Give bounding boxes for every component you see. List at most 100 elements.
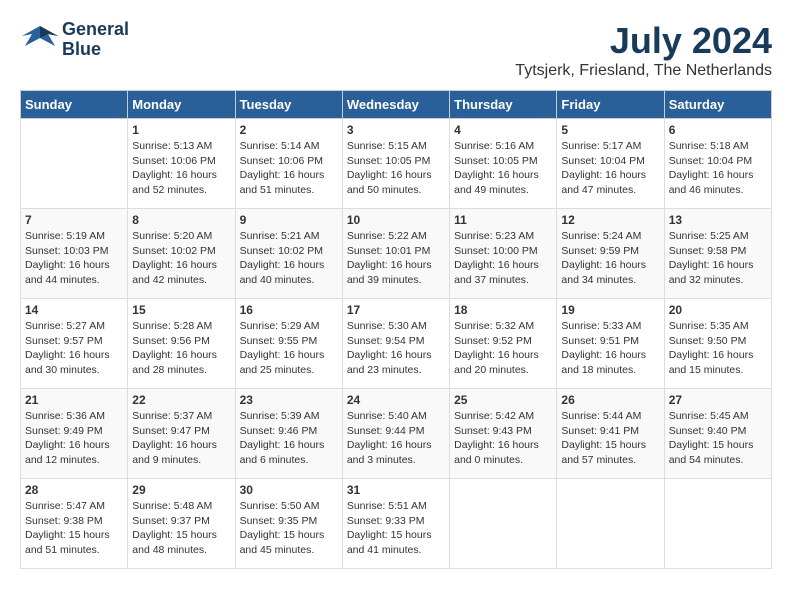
day-number: 18 — [454, 303, 552, 317]
calendar-cell — [450, 479, 557, 569]
day-number: 16 — [240, 303, 338, 317]
day-info: Sunrise: 5:35 AM Sunset: 9:50 PM Dayligh… — [669, 319, 767, 378]
day-number: 13 — [669, 213, 767, 227]
calendar-cell: 2Sunrise: 5:14 AM Sunset: 10:06 PM Dayli… — [235, 119, 342, 209]
calendar-cell: 9 Sunrise: 5:21 AM Sunset: 10:02 PM Dayli… — [235, 209, 342, 299]
day-number: 21 — [25, 393, 123, 407]
calendar-cell: 13 Sunrise: 5:25 AM Sunset: 9:58 PM Dayli… — [664, 209, 771, 299]
logo-text: General Blue — [62, 20, 129, 60]
calendar-cell: 25 Sunrise: 5:42 AM Sunset: 9:43 PM Dayli… — [450, 389, 557, 479]
day-info: Sunrise: 5:18 AM Sunset: 10:04 PM Daylig… — [669, 139, 767, 198]
month-year: July 2024 — [515, 20, 772, 62]
day-info: Sunrise: 5:21 AM Sunset: 10:02 PM Daylig… — [240, 229, 338, 288]
day-number: 6 — [669, 123, 767, 137]
day-info: Sunrise: 5:17 AM Sunset: 10:04 PM Daylig… — [561, 139, 659, 198]
day-info: Sunrise: 5:33 AM Sunset: 9:51 PM Dayligh… — [561, 319, 659, 378]
calendar-cell: 21 Sunrise: 5:36 AM Sunset: 9:49 PM Dayli… — [21, 389, 128, 479]
calendar-cell: 31Sunrise: 5:51 AM Sunset: 9:33 PM Dayli… — [342, 479, 449, 569]
calendar-table: SundayMondayTuesdayWednesdayThursdayFrid… — [20, 90, 772, 569]
day-info: Sunrise: 5:24 AM Sunset: 9:59 PM Dayligh… — [561, 229, 659, 288]
day-info: Sunrise: 5:45 AM Sunset: 9:40 PM Dayligh… — [669, 409, 767, 468]
day-info: Sunrise: 5:48 AM Sunset: 9:37 PM Dayligh… — [132, 499, 230, 558]
calendar-cell: 24 Sunrise: 5:40 AM Sunset: 9:44 PM Dayli… — [342, 389, 449, 479]
calendar-week-1: 1 Sunrise: 5:13 AM Sunset: 10:06 PM Dayli… — [21, 119, 772, 209]
calendar-cell: 6 Sunrise: 5:18 AM Sunset: 10:04 PM Dayli… — [664, 119, 771, 209]
calendar-cell: 7Sunrise: 5:19 AM Sunset: 10:03 PM Dayli… — [21, 209, 128, 299]
calendar-cell — [664, 479, 771, 569]
day-number: 8 — [132, 213, 230, 227]
title-block: July 2024 Tytsjerk, Friesland, The Nethe… — [515, 20, 772, 80]
day-number: 17 — [347, 303, 445, 317]
day-number: 1 — [132, 123, 230, 137]
calendar-cell: 1 Sunrise: 5:13 AM Sunset: 10:06 PM Dayli… — [128, 119, 235, 209]
day-info: Sunrise: 5:27 AM Sunset: 9:57 PM Dayligh… — [25, 319, 123, 378]
header-day-friday: Friday — [557, 91, 664, 119]
calendar-cell: 17Sunrise: 5:30 AM Sunset: 9:54 PM Dayli… — [342, 299, 449, 389]
day-number: 23 — [240, 393, 338, 407]
day-number: 5 — [561, 123, 659, 137]
calendar-cell — [557, 479, 664, 569]
day-number: 28 — [25, 483, 123, 497]
day-info: Sunrise: 5:40 AM Sunset: 9:44 PM Dayligh… — [347, 409, 445, 468]
calendar-cell: 12 Sunrise: 5:24 AM Sunset: 9:59 PM Dayli… — [557, 209, 664, 299]
calendar-cell: 18 Sunrise: 5:32 AM Sunset: 9:52 PM Dayli… — [450, 299, 557, 389]
day-info: Sunrise: 5:47 AM Sunset: 9:38 PM Dayligh… — [25, 499, 123, 558]
day-number: 26 — [561, 393, 659, 407]
calendar-cell: 29 Sunrise: 5:48 AM Sunset: 9:37 PM Dayli… — [128, 479, 235, 569]
day-number: 11 — [454, 213, 552, 227]
day-number: 19 — [561, 303, 659, 317]
day-info: Sunrise: 5:16 AM Sunset: 10:05 PM Daylig… — [454, 139, 552, 198]
day-number: 12 — [561, 213, 659, 227]
day-number: 7 — [25, 213, 123, 227]
calendar-cell: 8 Sunrise: 5:20 AM Sunset: 10:02 PM Dayli… — [128, 209, 235, 299]
day-info: Sunrise: 5:25 AM Sunset: 9:58 PM Dayligh… — [669, 229, 767, 288]
day-number: 27 — [669, 393, 767, 407]
calendar-week-4: 21 Sunrise: 5:36 AM Sunset: 9:49 PM Dayli… — [21, 389, 772, 479]
calendar-cell: 27 Sunrise: 5:45 AM Sunset: 9:40 PM Dayli… — [664, 389, 771, 479]
day-number: 15 — [132, 303, 230, 317]
day-info: Sunrise: 5:29 AM Sunset: 9:55 PM Dayligh… — [240, 319, 338, 378]
day-number: 20 — [669, 303, 767, 317]
calendar-cell: 10 Sunrise: 5:22 AM Sunset: 10:01 PM Dayl… — [342, 209, 449, 299]
day-info: Sunrise: 5:42 AM Sunset: 9:43 PM Dayligh… — [454, 409, 552, 468]
day-number: 22 — [132, 393, 230, 407]
calendar-cell: 15Sunrise: 5:28 AM Sunset: 9:56 PM Dayli… — [128, 299, 235, 389]
calendar-cell: 3Sunrise: 5:15 AM Sunset: 10:05 PM Dayli… — [342, 119, 449, 209]
day-info: Sunrise: 5:14 AM Sunset: 10:06 PM Daylig… — [240, 139, 338, 198]
header-day-monday: Monday — [128, 91, 235, 119]
calendar-cell: 19 Sunrise: 5:33 AM Sunset: 9:51 PM Dayli… — [557, 299, 664, 389]
calendar-cell: 23 Sunrise: 5:39 AM Sunset: 9:46 PM Dayli… — [235, 389, 342, 479]
calendar-cell: 5 Sunrise: 5:17 AM Sunset: 10:04 PM Dayli… — [557, 119, 664, 209]
day-info: Sunrise: 5:37 AM Sunset: 9:47 PM Dayligh… — [132, 409, 230, 468]
calendar-header: SundayMondayTuesdayWednesdayThursdayFrid… — [21, 91, 772, 119]
day-info: Sunrise: 5:32 AM Sunset: 9:52 PM Dayligh… — [454, 319, 552, 378]
header-day-wednesday: Wednesday — [342, 91, 449, 119]
day-number: 9 — [240, 213, 338, 227]
calendar-week-5: 28 Sunrise: 5:47 AM Sunset: 9:38 PM Dayli… — [21, 479, 772, 569]
day-info: Sunrise: 5:36 AM Sunset: 9:49 PM Dayligh… — [25, 409, 123, 468]
day-info: Sunrise: 5:50 AM Sunset: 9:35 PM Dayligh… — [240, 499, 338, 558]
day-number: 3 — [347, 123, 445, 137]
calendar-cell: 30 Sunrise: 5:50 AM Sunset: 9:35 PM Dayli… — [235, 479, 342, 569]
day-number: 10 — [347, 213, 445, 227]
header-day-tuesday: Tuesday — [235, 91, 342, 119]
header-day-saturday: Saturday — [664, 91, 771, 119]
day-info: Sunrise: 5:22 AM Sunset: 10:01 PM Daylig… — [347, 229, 445, 288]
day-info: Sunrise: 5:20 AM Sunset: 10:02 PM Daylig… — [132, 229, 230, 288]
calendar-cell — [21, 119, 128, 209]
calendar-cell: 20 Sunrise: 5:35 AM Sunset: 9:50 PM Dayli… — [664, 299, 771, 389]
day-info: Sunrise: 5:39 AM Sunset: 9:46 PM Dayligh… — [240, 409, 338, 468]
day-number: 25 — [454, 393, 552, 407]
calendar-cell: 16 Sunrise: 5:29 AM Sunset: 9:55 PM Dayli… — [235, 299, 342, 389]
calendar-cell: 26 Sunrise: 5:44 AM Sunset: 9:41 PM Dayli… — [557, 389, 664, 479]
calendar-cell: 22 Sunrise: 5:37 AM Sunset: 9:47 PM Dayli… — [128, 389, 235, 479]
logo: General Blue — [20, 20, 129, 60]
day-number: 29 — [132, 483, 230, 497]
day-number: 24 — [347, 393, 445, 407]
calendar-week-3: 14Sunrise: 5:27 AM Sunset: 9:57 PM Dayli… — [21, 299, 772, 389]
calendar-cell: 4Sunrise: 5:16 AM Sunset: 10:05 PM Dayli… — [450, 119, 557, 209]
day-number: 30 — [240, 483, 338, 497]
header-row: SundayMondayTuesdayWednesdayThursdayFrid… — [21, 91, 772, 119]
day-info: Sunrise: 5:13 AM Sunset: 10:06 PM Daylig… — [132, 139, 230, 198]
day-info: Sunrise: 5:44 AM Sunset: 9:41 PM Dayligh… — [561, 409, 659, 468]
